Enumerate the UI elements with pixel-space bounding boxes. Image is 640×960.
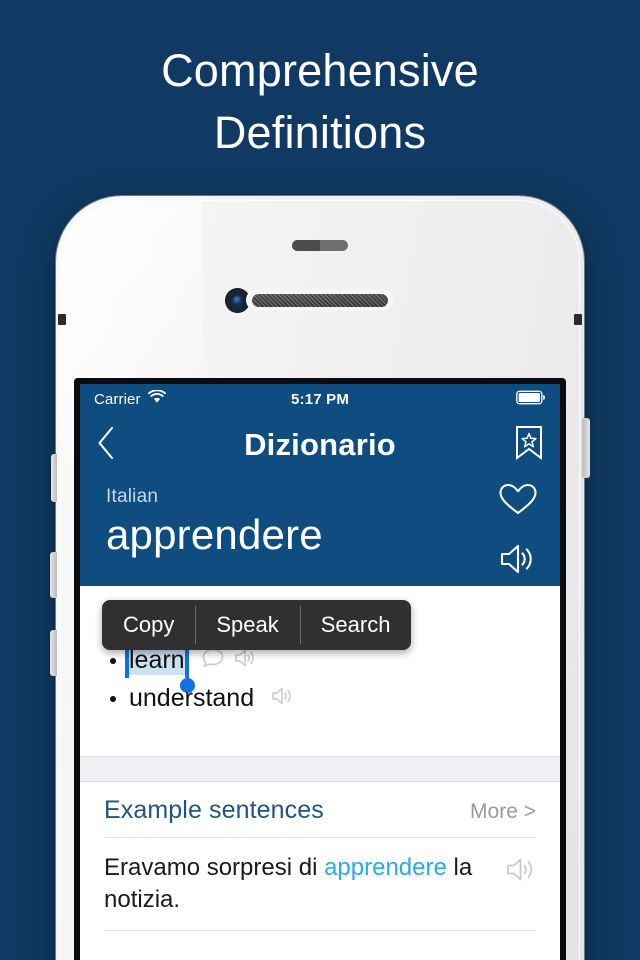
- mute-switch[interactable]: [51, 454, 57, 502]
- bullet-icon: [110, 657, 116, 664]
- example-highlight-word[interactable]: apprendere: [324, 854, 447, 881]
- speaker-icon[interactable]: [271, 684, 295, 713]
- example-sentences-section: Example sentences More > Eravamo sorpres…: [80, 782, 560, 931]
- phone-mockup: Carrier 5:17 PM Dizionario Italian appre…: [50, 196, 590, 960]
- volume-up-button[interactable]: [50, 552, 57, 598]
- promo-headline-line1: Comprehensive: [161, 45, 479, 96]
- power-button[interactable]: [583, 418, 590, 478]
- section-separator: [80, 755, 560, 782]
- proximity-sensor-icon: [292, 240, 348, 251]
- page-title: Dizionario: [244, 427, 396, 462]
- chevron-left-icon: [96, 426, 116, 465]
- wifi-icon: [147, 389, 166, 408]
- promo-headline: Comprehensive Definitions: [0, 40, 640, 164]
- word-header: Italian apprendere: [80, 476, 560, 586]
- carrier-label: Carrier: [94, 390, 141, 408]
- status-bar: Carrier 5:17 PM: [80, 384, 560, 414]
- earpiece-speaker-icon: [246, 289, 394, 311]
- section-title: Example sentences: [104, 795, 324, 824]
- antenna-band-right: [574, 314, 582, 325]
- more-link[interactable]: More >: [470, 800, 536, 824]
- navigation-bar: Dizionario: [80, 414, 560, 476]
- antenna-band-left: [58, 314, 66, 325]
- speaker-icon: [506, 856, 538, 888]
- context-menu-speak-button[interactable]: Speak: [195, 600, 299, 650]
- example-sentence-row[interactable]: Eravamo sorpresi di apprendere la notizi…: [80, 838, 560, 930]
- speaker-icon[interactable]: [234, 646, 258, 675]
- context-menu-search-button[interactable]: Search: [299, 600, 412, 650]
- definition-text[interactable]: understand: [129, 684, 254, 713]
- comment-icon[interactable]: [202, 646, 224, 675]
- pronounce-button[interactable]: [499, 542, 537, 581]
- favorite-button[interactable]: [498, 482, 538, 522]
- text-selection-context-menu: Copy Speak Search: [102, 599, 412, 650]
- back-button[interactable]: [96, 423, 140, 467]
- promo-headline-line2: Definitions: [213, 107, 427, 158]
- language-label: Italian: [106, 486, 159, 507]
- definition-text: learn: [129, 646, 185, 675]
- phone-screen: Carrier 5:17 PM Dizionario Italian appre…: [74, 378, 566, 960]
- bookmark-star-icon: [514, 425, 544, 466]
- definitions-list: hear: [80, 585, 560, 756]
- context-menu-copy-button[interactable]: Copy: [102, 600, 195, 650]
- battery-full-icon: [516, 390, 546, 409]
- example-pronounce-button[interactable]: [506, 852, 538, 888]
- bullet-icon: [110, 695, 116, 702]
- divider: [104, 929, 536, 931]
- bookmark-button[interactable]: [500, 423, 544, 467]
- volume-down-button[interactable]: [50, 630, 57, 676]
- headword: apprendere: [106, 511, 323, 558]
- example-sentence-text: Eravamo sorpresi di apprendere la notizi…: [104, 852, 494, 916]
- example-prefix: Eravamo sorpresi di: [104, 853, 325, 881]
- definition-text-selected[interactable]: learn: [119, 628, 195, 694]
- list-item[interactable]: understand: [80, 680, 560, 718]
